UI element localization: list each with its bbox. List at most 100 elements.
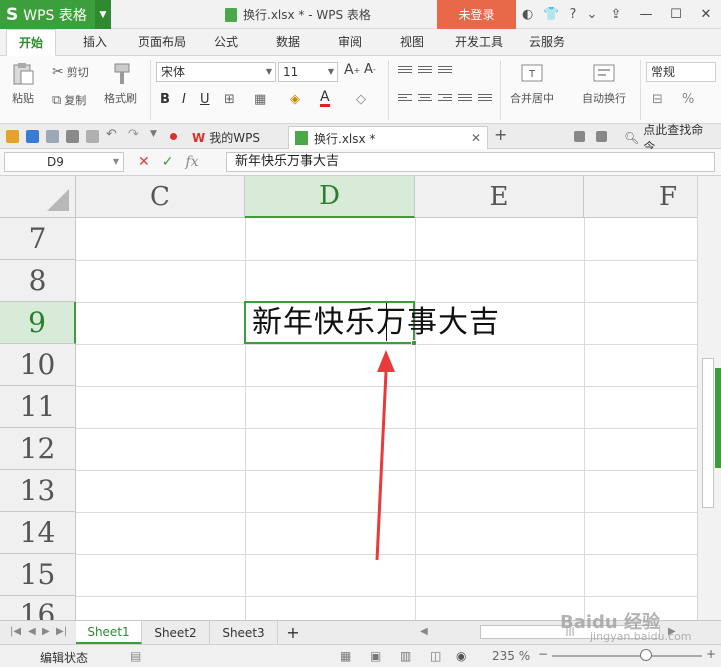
page-layout-view-icon[interactable]: ▣ — [370, 649, 381, 663]
name-box[interactable]: D9 ▼ — [4, 152, 124, 172]
close-tab-icon[interactable]: ✕ — [471, 131, 481, 145]
copy-button[interactable]: ⧉ 复制 — [52, 92, 86, 108]
sheet-tab-sheet3[interactable]: Sheet3 — [210, 621, 278, 644]
cell-border-style-icon[interactable]: ▦ — [254, 92, 266, 107]
tab-formulas[interactable]: 公式 — [204, 29, 248, 56]
maximize-icon[interactable]: ☐ — [661, 7, 691, 22]
zoom-out-icon[interactable]: − — [538, 647, 548, 661]
align-top-icon[interactable] — [398, 66, 412, 77]
insert-function-icon[interactable]: fx — [185, 154, 198, 170]
zoom-slider[interactable] — [552, 655, 702, 657]
reading-mode-icon[interactable]: ◫ — [430, 649, 441, 663]
row-header-15[interactable]: 15 — [0, 554, 76, 596]
sync-icon[interactable]: ◐ — [522, 7, 533, 22]
align-bottom-icon[interactable] — [438, 66, 452, 77]
next-sheet-icon[interactable]: ▶ — [42, 626, 50, 637]
spreadsheet-grid[interactable]: C D E F 7 8 9 10 11 12 13 14 15 16 新年快乐万… — [0, 176, 697, 620]
cancel-edit-icon[interactable]: ✕ — [138, 154, 150, 170]
window-list-icon[interactable] — [574, 131, 585, 142]
column-header-d[interactable]: D — [245, 176, 415, 218]
cut-button[interactable]: ✂ 剪切 — [52, 64, 89, 80]
column-header-e[interactable]: E — [415, 176, 584, 218]
app-menu-dropdown-icon[interactable]: ▼ — [95, 0, 111, 29]
print-icon[interactable] — [66, 130, 79, 143]
tab-home[interactable]: 开始 — [6, 29, 56, 56]
row-header-8[interactable]: 8 — [0, 260, 76, 302]
fill-color-icon[interactable]: ◈ — [290, 92, 300, 107]
row-header-16[interactable]: 16 — [0, 596, 76, 620]
underline-icon[interactable]: U — [200, 92, 210, 107]
skin-shirt-icon[interactable]: 👕 — [543, 7, 559, 22]
spellcheck-icon[interactable] — [86, 130, 99, 143]
paste-button[interactable]: 粘贴 — [10, 62, 36, 106]
column-header-c[interactable]: C — [76, 176, 245, 218]
increase-font-icon[interactable]: A + — [344, 62, 360, 78]
merge-center-button[interactable]: T 合并居中 — [510, 62, 554, 106]
last-sheet-icon[interactable]: ▶| — [56, 626, 67, 637]
row-header-12[interactable]: 12 — [0, 428, 76, 470]
page-break-view-icon[interactable]: ▥ — [400, 649, 411, 663]
tab-data[interactable]: 数据 — [266, 29, 310, 56]
align-middle-icon[interactable] — [418, 66, 432, 77]
undo-icon[interactable]: ↶ — [106, 127, 119, 142]
sheet-stats-icon[interactable]: ▤ — [130, 649, 141, 663]
tab-page-layout[interactable]: 页面布局 — [132, 29, 192, 56]
sheet-tab-sheet2[interactable]: Sheet2 — [142, 621, 210, 644]
font-color-icon[interactable]: A — [320, 90, 330, 107]
scroll-left-icon[interactable]: ◀ — [420, 626, 428, 637]
customize-dropdown-icon[interactable]: ▼ — [150, 129, 163, 142]
row-header-7[interactable]: 7 — [0, 218, 76, 260]
settings-dropdown-icon[interactable]: ⌄ — [586, 7, 597, 22]
zoom-in-icon[interactable]: + — [706, 647, 716, 661]
new-tab-plus-icon[interactable]: + — [494, 125, 507, 144]
align-left-icon[interactable] — [398, 94, 412, 105]
tab-insert[interactable]: 插入 — [70, 29, 120, 56]
formula-input[interactable]: 新年快乐万事大吉 — [226, 152, 715, 172]
open-folder-icon[interactable] — [6, 130, 19, 143]
vertical-scroll-thumb[interactable] — [702, 358, 714, 508]
upload-icon[interactable]: ⇪ — [601, 7, 631, 22]
tab-cloud-service[interactable]: 云服务 — [522, 29, 572, 56]
tab-options-icon[interactable] — [596, 131, 607, 142]
font-name-select[interactable]: 宋体 ▼ — [156, 62, 276, 82]
command-search[interactable]: 🔍︎ 点此查找命令 — [618, 123, 721, 154]
select-all-corner[interactable] — [0, 176, 76, 218]
row-header-11[interactable]: 11 — [0, 386, 76, 428]
close-icon[interactable]: ✕ — [691, 7, 721, 22]
vertical-scrollbar[interactable] — [697, 176, 721, 620]
wps-app-menu[interactable]: S WPS 表格 — [0, 0, 95, 29]
align-right-icon[interactable] — [438, 94, 452, 105]
normal-view-icon[interactable]: ▦ — [340, 649, 351, 663]
save-icon[interactable] — [26, 130, 39, 143]
tab-review[interactable]: 审阅 — [328, 29, 372, 56]
row-header-10[interactable]: 10 — [0, 344, 76, 386]
minimize-icon[interactable]: — — [631, 7, 661, 22]
italic-icon[interactable]: I — [182, 92, 186, 107]
wrap-text-button[interactable]: 自动换行 — [582, 62, 626, 106]
column-header-f[interactable]: F — [584, 176, 697, 218]
row-header-13[interactable]: 13 — [0, 470, 76, 512]
doc-tab-file[interactable]: 换行.xlsx * ✕ — [288, 126, 488, 149]
side-panel-toggle[interactable] — [715, 368, 721, 468]
format-painter-button[interactable]: 格式刷 — [104, 62, 137, 106]
percent-button[interactable]: % — [682, 92, 694, 107]
justify-icon[interactable] — [458, 94, 472, 105]
add-sheet-button[interactable]: + — [280, 621, 306, 644]
tab-view[interactable]: 视图 — [390, 29, 434, 56]
currency-icon[interactable]: ⊟ — [652, 92, 663, 107]
print-preview-icon[interactable] — [46, 130, 59, 143]
sheet-tab-sheet1[interactable]: Sheet1 — [76, 621, 142, 644]
confirm-edit-icon[interactable]: ✓ — [162, 154, 174, 170]
first-sheet-icon[interactable]: |◀ — [10, 626, 21, 637]
number-format-select[interactable]: 常规 — [646, 62, 716, 82]
tab-developer[interactable]: 开发工具 — [448, 29, 510, 56]
prev-sheet-icon[interactable]: ◀ — [28, 626, 36, 637]
redo-icon[interactable]: ↷ — [128, 127, 141, 142]
row-header-14[interactable]: 14 — [0, 512, 76, 554]
border-icon[interactable]: ⊞ — [224, 92, 235, 107]
login-button[interactable]: 未登录 — [437, 0, 516, 29]
font-size-select[interactable]: 11 ▼ — [278, 62, 338, 82]
zoom-slider-knob[interactable] — [640, 649, 652, 661]
bold-icon[interactable]: B — [160, 92, 170, 107]
clear-format-icon[interactable]: ◇ — [356, 92, 366, 107]
